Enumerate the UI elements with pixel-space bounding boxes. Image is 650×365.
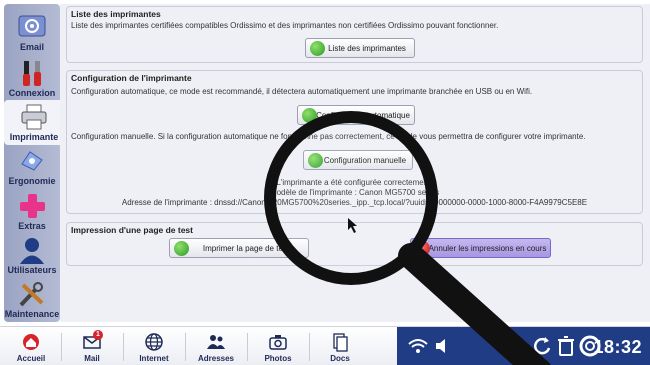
sidebar-item-label: Email <box>19 42 44 52</box>
wifi-icon[interactable] <box>407 335 429 357</box>
check-icon <box>308 153 323 168</box>
sidebar-item-utilisateurs[interactable]: Utilisateurs <box>4 233 60 278</box>
tools-icon <box>23 61 41 86</box>
sidebar-item-label: Ergonomie <box>8 176 56 186</box>
mail-badge: 1 <box>93 330 103 340</box>
taskbar-divider <box>185 333 186 361</box>
check-icon <box>302 108 317 123</box>
globe-icon <box>145 333 163 351</box>
taskbar-label: Internet <box>139 354 169 363</box>
cancel-icon <box>415 241 430 256</box>
cancel-prints-button-label: Annuler les impressions en cours <box>428 243 547 253</box>
configuration-group: Configuration de l'imprimante Configurat… <box>66 70 643 214</box>
sidebar: Email Connexion Imprimante Ergonomie Ext… <box>4 4 64 322</box>
taskbar-label: Docs <box>330 354 350 363</box>
plus-icon <box>20 194 45 218</box>
auto-config-description: Configuration automatique, ce mode est r… <box>71 87 533 96</box>
taskbar-divider <box>123 333 124 361</box>
contacts-icon <box>207 335 225 349</box>
taskbar-divider <box>61 333 62 361</box>
manual-config-button-label: Configuration manuelle <box>323 155 407 165</box>
configuration-title: Configuration de l'imprimante <box>71 73 192 83</box>
printers-list-title: Liste des imprimantes <box>71 9 161 19</box>
taskbar-divider <box>309 333 310 361</box>
taskbar-item-internet[interactable]: Internet <box>127 327 181 365</box>
printer-model: Modèle de l'imprimante : Canon MG5700 se… <box>269 188 440 197</box>
trash-icon[interactable] <box>555 335 577 357</box>
print-test-page-button-label: Imprimer la page de test <box>202 243 290 253</box>
camera-icon <box>269 335 287 350</box>
taskbar-label: Mail <box>84 354 100 363</box>
docs-icon <box>333 333 348 352</box>
ergonomie-icon <box>21 151 43 171</box>
taskbar-item-accueil[interactable]: Accueil <box>4 327 58 365</box>
system-tray: 18:32 <box>397 327 650 365</box>
clock: 18:32 <box>593 337 642 357</box>
sidebar-item-maintenance[interactable]: Maintenance <box>4 277 60 322</box>
printers-list-description: Liste des imprimantes certifiées compati… <box>71 21 499 30</box>
sidebar-item-extras[interactable]: Extras <box>4 189 60 234</box>
sidebar-item-label: Connexion <box>8 88 56 98</box>
taskbar-label: Accueil <box>16 354 46 363</box>
sidebar-item-imprimante[interactable]: Imprimante <box>4 100 64 145</box>
refresh-icon[interactable] <box>531 335 553 357</box>
printer-icon <box>21 104 47 130</box>
printers-list-group: Liste des imprimantes Liste des impriman… <box>66 6 643 63</box>
test-print-group: Impression d'une page de test Imprimer l… <box>66 222 643 266</box>
printer-address: Adresse de l'imprimante : dnssd://Canon%… <box>121 198 588 207</box>
cancel-prints-button[interactable]: Annuler les impressions en cours <box>410 238 551 258</box>
volume-icon[interactable] <box>433 335 455 357</box>
manual-config-description: Configuration manuelle. Si la configurat… <box>71 132 586 141</box>
manual-config-button[interactable]: Configuration manuelle <box>303 150 413 170</box>
sidebar-item-email[interactable]: Email <box>4 10 60 55</box>
taskbar-item-photos[interactable]: Photos <box>251 327 305 365</box>
taskbar-item-adresses[interactable]: Adresses <box>189 327 243 365</box>
taskbar-item-mail[interactable]: 1 Mail <box>65 327 119 365</box>
wrench-icon <box>19 282 44 307</box>
printers-list-button[interactable]: Liste des imprimantes <box>305 38 415 58</box>
sidebar-item-connexion[interactable]: Connexion <box>4 56 60 101</box>
test-print-title: Impression d'une page de test <box>71 225 193 235</box>
main-panel: Liste des imprimantes Liste des impriman… <box>60 4 650 322</box>
user-icon <box>20 238 44 264</box>
email-icon <box>18 15 46 37</box>
auto-config-button[interactable]: Configuration automatique <box>297 105 415 125</box>
sidebar-item-label: Maintenance <box>4 309 60 319</box>
sidebar-item-ergonomie[interactable]: Ergonomie <box>4 144 60 189</box>
taskbar-item-docs[interactable]: Docs <box>313 327 367 365</box>
auto-config-button-label: Configuration automatique <box>316 110 410 120</box>
sidebar-item-label: Extras <box>18 221 46 231</box>
taskbar: Accueil 1 Mail Internet Adresses Photos … <box>0 326 650 365</box>
check-icon <box>310 41 325 56</box>
config-status: L'imprimante a été configurée correcteme… <box>276 178 433 187</box>
taskbar-label: Adresses <box>197 354 235 363</box>
check-icon <box>174 241 189 256</box>
printers-list-button-label: Liste des imprimantes <box>328 43 406 53</box>
sidebar-item-label: Imprimante <box>9 132 59 142</box>
taskbar-label: Photos <box>264 354 292 363</box>
print-test-page-button[interactable]: Imprimer la page de test <box>169 238 309 258</box>
taskbar-divider <box>247 333 248 361</box>
sidebar-item-label: Utilisateurs <box>7 265 57 275</box>
home-icon <box>23 334 39 350</box>
